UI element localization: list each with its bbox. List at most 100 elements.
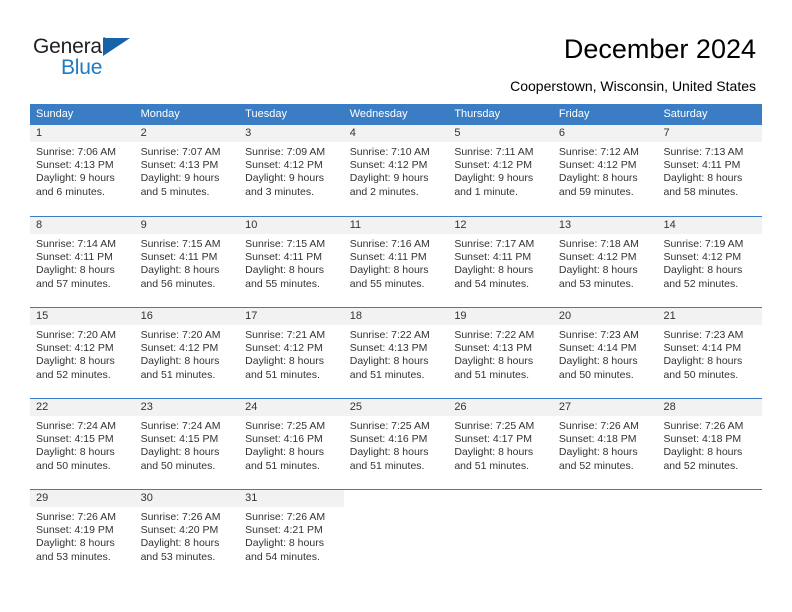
weekday-header-tuesday: Tuesday [245, 108, 287, 120]
calendar-day-cell[interactable]: 23 Sunrise: 7:24 AM Sunset: 4:15 PM Dayligh… [134, 398, 240, 488]
day-number: 30 [134, 490, 240, 507]
daylight-text-line2: and 50 minutes. [663, 368, 739, 381]
daylight-text-line1: Daylight: 8 hours [245, 355, 324, 368]
daylight-text-line2: and 51 minutes. [349, 368, 425, 381]
weekday-header-wednesday: Wednesday [349, 108, 408, 120]
daylight-text-line2: and 54 minutes. [454, 277, 530, 290]
day-details: Sunrise: 7:26 AM Sunset: 4:19 PM Daylight:… [30, 507, 135, 564]
calendar-day-cell[interactable]: 9 Sunrise: 7:15 AM Sunset: 4:11 PM Daylight… [134, 216, 240, 306]
calendar-day-cell[interactable]: 2 Sunrise: 7:07 AM Sunset: 4:13 PM Daylight… [134, 125, 240, 215]
calendar-day-cell[interactable]: 6 Sunrise: 7:12 AM Sunset: 4:12 PM Daylight… [552, 125, 658, 215]
sunset-text: Sunset: 4:11 PM [36, 251, 113, 264]
calendar-day-cell[interactable]: 27 Sunrise: 7:26 AM Sunset: 4:18 PM Dayligh… [552, 398, 658, 488]
daylight-text-line1: Daylight: 8 hours [558, 446, 638, 459]
calendar-weeks: 1 Sunrise: 7:06 AM Sunset: 4:13 PM Daylight… [30, 125, 763, 579]
day-number: 14 [657, 217, 763, 234]
calendar-day-cell[interactable]: 17 Sunrise: 7:21 AM Sunset: 4:12 PM Dayligh… [239, 307, 344, 397]
calendar-day-cell[interactable]: 10 Sunrise: 7:15 AM Sunset: 4:11 PM Dayligh… [239, 216, 344, 306]
day-details: Sunrise: 7:23 AM Sunset: 4:14 PM Daylight:… [553, 325, 658, 382]
daylight-text-line1: Daylight: 8 hours [349, 264, 429, 277]
daylight-text-line1: Daylight: 8 hours [245, 264, 324, 277]
calendar-day-cell[interactable]: 15 Sunrise: 7:20 AM Sunset: 4:12 PM Dayligh… [30, 307, 135, 397]
sunrise-text: Sunrise: 7:15 AM [245, 238, 326, 250]
day-details: Sunrise: 7:07 AM Sunset: 4:13 PM Daylight:… [135, 142, 240, 199]
sunset-text: Sunset: 4:21 PM [245, 524, 323, 537]
day-details: Sunrise: 7:16 AM Sunset: 4:11 PM Daylight:… [344, 234, 449, 291]
calendar-day-cell[interactable]: 18 Sunrise: 7:22 AM Sunset: 4:13 PM Dayligh… [343, 307, 449, 397]
sunrise-text: Sunrise: 7:20 AM [140, 329, 221, 341]
sunrise-text: Sunrise: 7:12 AM [558, 146, 639, 158]
day-details: Sunrise: 7:23 AM Sunset: 4:14 PM Daylight:… [657, 325, 762, 382]
daylight-text-line2: and 52 minutes. [36, 368, 111, 381]
sunrise-text: Sunrise: 7:13 AM [663, 146, 744, 158]
calendar-grid: Sunday Monday Tuesday Wednesday Thursday… [30, 104, 763, 579]
daylight-text-line1: Daylight: 9 hours [454, 172, 534, 185]
calendar-day-cell[interactable]: 28 Sunrise: 7:26 AM Sunset: 4:18 PM Dayligh… [657, 398, 763, 488]
calendar-day-cell[interactable]: 3 Sunrise: 7:09 AM Sunset: 4:12 PM Daylight… [239, 125, 344, 215]
calendar-day-cell[interactable]: 7 Sunrise: 7:13 AM Sunset: 4:11 PM Daylight… [657, 125, 763, 215]
daylight-text-line2: and 54 minutes. [245, 550, 320, 563]
sunrise-text: Sunrise: 7:25 AM [245, 420, 326, 432]
day-number: 12 [448, 217, 553, 234]
daylight-text-line2: and 50 minutes. [36, 459, 111, 472]
day-details: Sunrise: 7:21 AM Sunset: 4:12 PM Daylight:… [239, 325, 344, 382]
sunrise-text: Sunrise: 7:26 AM [140, 511, 221, 523]
calendar-day-cell[interactable]: 16 Sunrise: 7:20 AM Sunset: 4:12 PM Dayligh… [134, 307, 240, 397]
sunrise-text: Sunrise: 7:22 AM [454, 329, 535, 341]
calendar-day-cell[interactable]: 1 Sunrise: 7:06 AM Sunset: 4:13 PM Daylight… [30, 125, 135, 215]
calendar-day-cell[interactable]: 13 Sunrise: 7:18 AM Sunset: 4:12 PM Dayligh… [552, 216, 658, 306]
sunset-text: Sunset: 4:19 PM [36, 524, 114, 537]
day-number: 5 [448, 125, 553, 142]
calendar-day-cell[interactable]: 29 Sunrise: 7:26 AM Sunset: 4:19 PM Dayligh… [30, 489, 135, 579]
day-details: Sunrise: 7:25 AM Sunset: 4:17 PM Daylight:… [448, 416, 553, 473]
daylight-text-line1: Daylight: 8 hours [454, 264, 534, 277]
calendar-day-cell[interactable]: 11 Sunrise: 7:16 AM Sunset: 4:11 PM Dayligh… [343, 216, 449, 306]
calendar-day-cell[interactable]: 24 Sunrise: 7:25 AM Sunset: 4:16 PM Dayligh… [239, 398, 344, 488]
day-number: 22 [30, 399, 135, 416]
daylight-text-line2: and 50 minutes. [558, 368, 634, 381]
calendar-day-cell[interactable]: 21 Sunrise: 7:23 AM Sunset: 4:14 PM Dayligh… [657, 307, 763, 397]
calendar-day-cell[interactable]: 8 Sunrise: 7:14 AM Sunset: 4:11 PM Daylight… [30, 216, 135, 306]
calendar-day-cell[interactable]: 14 Sunrise: 7:19 AM Sunset: 4:12 PM Dayligh… [657, 216, 763, 306]
sunrise-text: Sunrise: 7:10 AM [349, 146, 430, 158]
daylight-text-line1: Daylight: 8 hours [663, 355, 743, 368]
daylight-text-line1: Daylight: 8 hours [663, 446, 743, 459]
calendar-day-cell[interactable]: 31 Sunrise: 7:26 AM Sunset: 4:21 PM Dayligh… [239, 489, 344, 579]
calendar-day-cell[interactable]: 30 Sunrise: 7:26 AM Sunset: 4:20 PM Dayligh… [134, 489, 240, 579]
daylight-text-line2: and 2 minutes. [349, 185, 419, 198]
sunrise-text: Sunrise: 7:26 AM [36, 511, 116, 523]
day-number [448, 490, 553, 507]
sunrise-text: Sunrise: 7:25 AM [349, 420, 430, 432]
calendar-empty-cell [657, 489, 763, 579]
calendar-day-cell[interactable]: 25 Sunrise: 7:25 AM Sunset: 4:16 PM Dayligh… [343, 398, 449, 488]
sunrise-text: Sunrise: 7:15 AM [140, 238, 221, 250]
calendar-day-cell[interactable]: 22 Sunrise: 7:24 AM Sunset: 4:15 PM Dayligh… [30, 398, 135, 488]
calendar-day-cell[interactable]: 5 Sunrise: 7:11 AM Sunset: 4:12 PM Daylight… [448, 125, 553, 215]
day-details: Sunrise: 7:25 AM Sunset: 4:16 PM Daylight:… [239, 416, 344, 473]
day-number: 3 [239, 125, 344, 142]
brand-logo[interactable]: General Blue [33, 36, 203, 86]
daylight-text-line2: and 53 minutes. [36, 550, 111, 563]
calendar-day-cell[interactable]: 20 Sunrise: 7:23 AM Sunset: 4:14 PM Dayligh… [552, 307, 658, 397]
sunset-text: Sunset: 4:12 PM [245, 159, 323, 172]
sunrise-text: Sunrise: 7:24 AM [140, 420, 221, 432]
calendar-day-cell[interactable]: 12 Sunrise: 7:17 AM Sunset: 4:11 PM Dayligh… [448, 216, 553, 306]
sunrise-text: Sunrise: 7:19 AM [663, 238, 744, 250]
calendar-day-cell[interactable]: 19 Sunrise: 7:22 AM Sunset: 4:13 PM Dayligh… [448, 307, 553, 397]
day-number: 26 [448, 399, 553, 416]
calendar-week-row: 15 Sunrise: 7:20 AM Sunset: 4:12 PM Dayligh… [30, 306, 763, 397]
daylight-text-line1: Daylight: 8 hours [36, 446, 115, 459]
calendar-day-cell[interactable]: 4 Sunrise: 7:10 AM Sunset: 4:12 PM Daylight… [343, 125, 449, 215]
day-number [343, 490, 449, 507]
sunset-text: Sunset: 4:15 PM [140, 433, 219, 446]
calendar-day-cell[interactable]: 26 Sunrise: 7:25 AM Sunset: 4:17 PM Dayligh… [448, 398, 553, 488]
day-number: 28 [657, 399, 763, 416]
calendar-empty-cell [552, 489, 658, 579]
sunrise-text: Sunrise: 7:21 AM [245, 329, 326, 341]
sunrise-text: Sunrise: 7:25 AM [454, 420, 535, 432]
sunrise-text: Sunrise: 7:22 AM [349, 329, 430, 341]
day-number: 31 [239, 490, 344, 507]
day-details: Sunrise: 7:13 AM Sunset: 4:11 PM Daylight:… [657, 142, 762, 199]
sunrise-text: Sunrise: 7:23 AM [558, 329, 639, 341]
sunset-text: Sunset: 4:13 PM [140, 159, 219, 172]
